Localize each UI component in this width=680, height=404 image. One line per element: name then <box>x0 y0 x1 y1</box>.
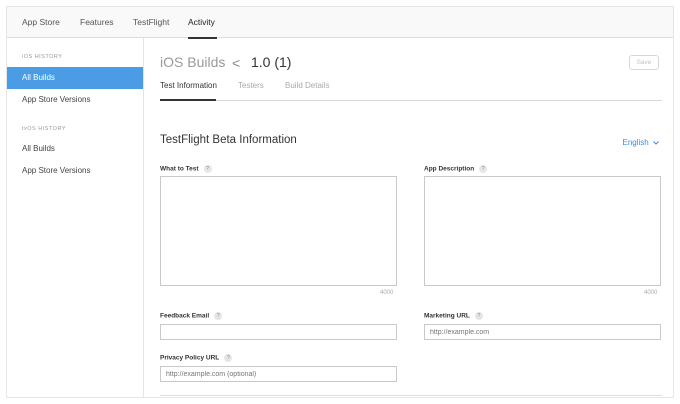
sidebar-item-tvos-app-store-versions[interactable]: App Store Versions <box>7 160 143 182</box>
what-to-test-label-text: What to Test <box>160 165 199 173</box>
privacy-policy-url-field[interactable] <box>160 366 397 382</box>
page-title-text: iOS Builds <box>160 54 226 70</box>
main-content: iOS Builds < 1.0 (1) Save Test Informati… <box>144 38 673 397</box>
help-icon[interactable]: ? <box>214 312 223 320</box>
marketing-url-label-text: Marketing URL <box>424 312 470 320</box>
chevron-left-icon[interactable]: < <box>232 55 240 71</box>
tab-testers[interactable]: Testers <box>238 81 264 90</box>
tab-active-underline <box>160 99 216 101</box>
marketing-url-label: Marketing URL? <box>424 312 483 320</box>
app-description-textarea[interactable] <box>424 176 661 286</box>
section-title: TestFlight Beta Information <box>160 134 297 146</box>
app-description-counter: 4000 <box>644 290 658 296</box>
top-nav: App Store Features TestFlight Activity <box>7 7 673 39</box>
sidebar-heading-tvos: tvOS HISTORY <box>22 126 67 132</box>
help-icon[interactable]: ? <box>224 354 233 362</box>
nav-app-store[interactable]: App Store <box>22 17 60 27</box>
help-icon[interactable]: ? <box>203 165 212 173</box>
divider <box>160 395 662 396</box>
language-select[interactable]: English <box>623 138 659 147</box>
app-description-label-text: App Description <box>424 165 475 173</box>
sidebar-item-ios-app-store-versions[interactable]: App Store Versions <box>7 89 143 111</box>
help-icon[interactable]: ? <box>474 312 483 320</box>
sidebar: iOS HISTORY All Builds App Store Version… <box>7 38 144 397</box>
tab-bar: Test Information Testers Build Details <box>160 81 662 101</box>
nav-activity[interactable]: Activity <box>188 17 215 27</box>
page-title: iOS Builds <box>160 54 225 70</box>
tab-build-details[interactable]: Build Details <box>285 81 329 90</box>
build-version: 1.0 (1) <box>251 54 291 70</box>
sidebar-item-ios-all-builds[interactable]: All Builds <box>7 67 143 89</box>
app-frame: App Store Features TestFlight Activity i… <box>6 6 674 398</box>
language-select-label: English <box>622 138 649 147</box>
app-description-label: App Description? <box>424 165 488 173</box>
tab-test-information[interactable]: Test Information <box>160 81 217 90</box>
nav-testflight[interactable]: TestFlight <box>133 17 169 27</box>
sidebar-item-tvos-all-builds[interactable]: All Builds <box>7 138 143 160</box>
marketing-url-field[interactable] <box>424 324 661 340</box>
sidebar-heading-ios: iOS HISTORY <box>22 54 63 60</box>
feedback-email-label-text: Feedback Email <box>160 312 210 320</box>
what-to-test-label: What to Test? <box>160 165 212 173</box>
what-to-test-textarea[interactable] <box>160 176 397 286</box>
save-button[interactable]: Save <box>629 55 659 70</box>
what-to-test-counter: 4000 <box>380 290 394 296</box>
help-icon[interactable]: ? <box>479 165 488 173</box>
privacy-policy-url-label: Privacy Policy URL? <box>160 354 233 362</box>
build-version-text: 1.0 (1) <box>251 54 292 70</box>
privacy-policy-url-label-text: Privacy Policy URL <box>160 354 220 362</box>
feedback-email-field[interactable] <box>160 324 397 340</box>
nav-features[interactable]: Features <box>80 17 114 27</box>
feedback-email-label: Feedback Email? <box>160 312 223 320</box>
chevron-down-icon <box>653 141 659 145</box>
